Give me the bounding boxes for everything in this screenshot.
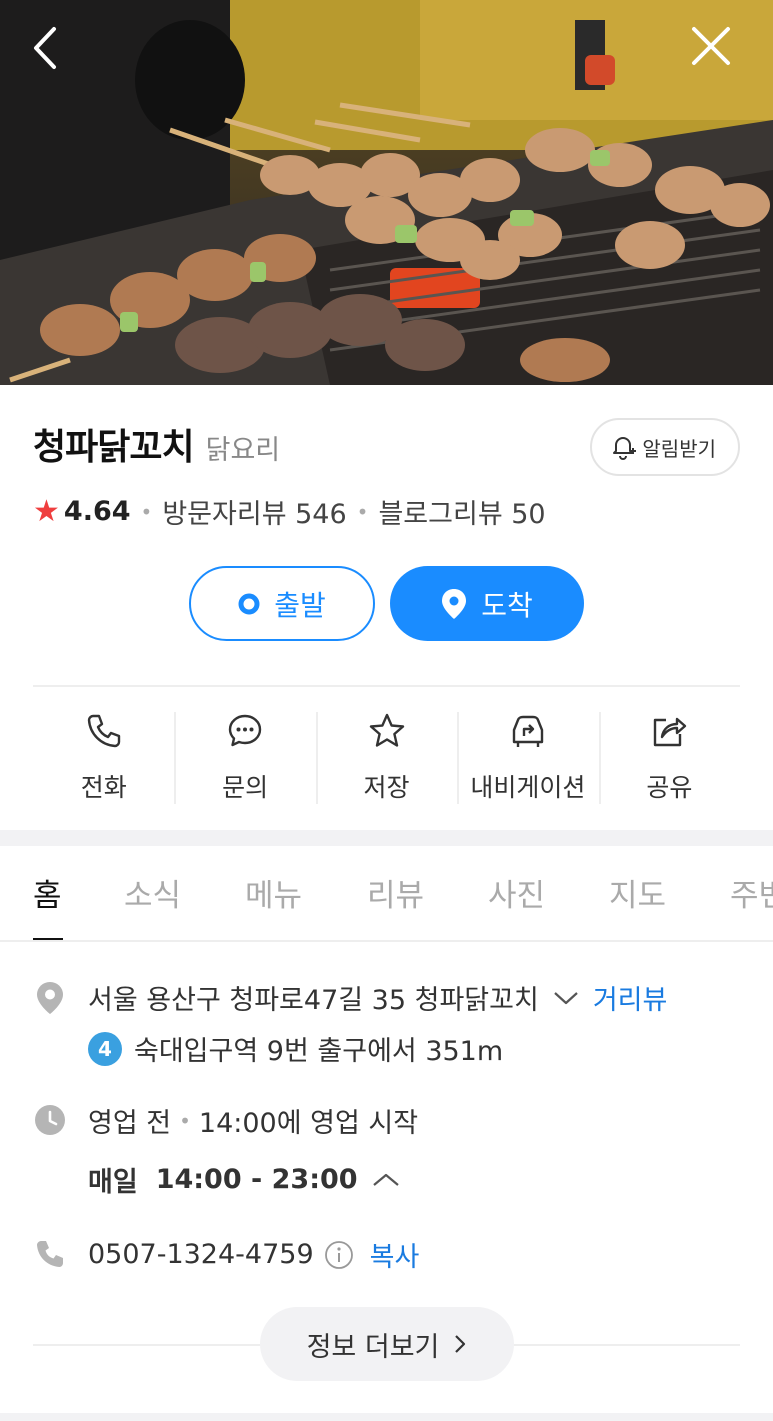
- tab-reviews[interactable]: 리뷰: [367, 870, 424, 915]
- chat-icon: [228, 714, 262, 747]
- section-divider: [0, 830, 773, 846]
- share-button[interactable]: 공유: [598, 708, 740, 808]
- route-end-label: 도착: [481, 588, 533, 622]
- tab-news[interactable]: 소식: [124, 870, 181, 915]
- location-pin-icon: [442, 588, 467, 619]
- phone-icon: [37, 1241, 63, 1267]
- inquiry-button[interactable]: 문의: [174, 708, 315, 808]
- separator-dot: •: [356, 499, 369, 524]
- phone-number[interactable]: 0507-1324-4759: [88, 1239, 314, 1270]
- action-label: 공유: [646, 773, 693, 802]
- alarm-button[interactable]: 알림받기: [590, 418, 740, 476]
- address-row: 서울 용산구 청파로47길 35 청파닭꼬치 거리뷰: [88, 978, 667, 1017]
- business-status: 영업 전: [88, 1108, 172, 1139]
- route-start-button[interactable]: 출발: [189, 566, 375, 641]
- chevron-right-icon: [455, 1335, 466, 1353]
- separator-dot: •: [140, 499, 153, 524]
- visitor-reviews-link[interactable]: 방문자리뷰 546: [162, 492, 346, 531]
- tab-bar: 홈 소식 메뉴 리뷰 사진 지도 주변: [0, 846, 773, 942]
- blog-reviews-link[interactable]: 블로그리뷰 50: [378, 492, 545, 531]
- hours-time: 14:00 - 23:00: [155, 1164, 358, 1195]
- tab-home[interactable]: 홈: [33, 870, 62, 915]
- chevron-up-icon[interactable]: [372, 1172, 400, 1188]
- start-point-icon: [238, 593, 260, 614]
- alarm-label: 알림받기: [642, 436, 716, 461]
- back-button[interactable]: [30, 26, 82, 78]
- hero-photo[interactable]: [0, 0, 773, 385]
- divider: [33, 685, 740, 687]
- hours-day: 매일: [88, 1167, 138, 1198]
- section-divider: [0, 1413, 773, 1421]
- star-icon: [369, 713, 404, 747]
- chevron-left-icon: [34, 27, 56, 69]
- place-category: 닭요리: [205, 435, 281, 466]
- business-status-detail: 14:00에 영업 시작: [198, 1108, 419, 1139]
- action-bar: 전화 문의 저장 내비게이션 공유: [33, 708, 740, 808]
- place-header: 청파닭꼬치 닭요리: [33, 418, 280, 470]
- tab-photos[interactable]: 사진: [488, 870, 545, 915]
- star-icon: ★: [33, 494, 60, 529]
- tab-map[interactable]: 지도: [609, 870, 666, 915]
- phone-icon: [87, 714, 120, 748]
- more-info-label: 정보 더보기: [306, 1331, 440, 1363]
- close-button[interactable]: [691, 26, 743, 78]
- copy-phone-button[interactable]: 복사: [370, 1235, 420, 1274]
- route-end-button[interactable]: 도착: [390, 566, 584, 641]
- navigation-button[interactable]: 내비게이션: [457, 708, 598, 808]
- action-label: 전화: [80, 773, 127, 802]
- address-text: 서울 용산구 청파로47길 35 청파닭꼬치: [88, 985, 539, 1016]
- info-icon[interactable]: [324, 1240, 354, 1270]
- call-button[interactable]: 전화: [33, 708, 174, 808]
- street-view-link[interactable]: 거리뷰: [593, 978, 668, 1017]
- place-name: 청파닭꼬치: [33, 427, 195, 468]
- rating-score: 4.64: [63, 496, 131, 527]
- grilled-skewers-photo: [0, 0, 773, 385]
- action-label: 문의: [222, 773, 269, 802]
- subway-line-badge: 4: [88, 1031, 122, 1066]
- active-tab-indicator: [33, 938, 63, 940]
- save-button[interactable]: 저장: [315, 708, 457, 808]
- bell-plus-icon: [613, 437, 637, 460]
- route-start-label: 출발: [274, 588, 326, 622]
- location-pin-icon: [37, 982, 63, 1014]
- share-icon: [654, 717, 687, 747]
- rating-row: ★ 4.64 • 방문자리뷰 546 • 블로그리뷰 50: [33, 492, 546, 531]
- car-navigation-icon: [512, 715, 544, 747]
- action-label: 저장: [363, 773, 410, 802]
- close-icon: [692, 27, 730, 65]
- tab-menu[interactable]: 메뉴: [245, 870, 302, 915]
- subway-row: 4 숙대입구역 9번 출구에서 351m: [88, 1029, 503, 1068]
- more-info-button[interactable]: 정보 더보기: [260, 1307, 514, 1381]
- business-status-row[interactable]: 영업 전 • 14:00에 영업 시작: [88, 1101, 418, 1140]
- tab-nearby[interactable]: 주변: [730, 870, 773, 915]
- subway-text: 숙대입구역 9번 출구에서 351m: [134, 1036, 504, 1067]
- chevron-down-icon[interactable]: [553, 990, 579, 1006]
- separator-dot: •: [179, 1108, 191, 1133]
- action-label: 내비게이션: [470, 773, 586, 802]
- business-hours-row[interactable]: 매일 14:00 - 23:00: [88, 1160, 400, 1199]
- phone-row: 0507-1324-4759 복사: [88, 1235, 419, 1274]
- clock-icon: [35, 1105, 65, 1135]
